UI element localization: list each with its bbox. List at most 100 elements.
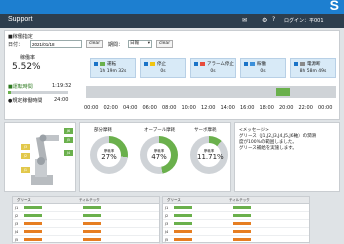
table-row: J4 xyxy=(163,228,309,236)
column-header: ティルテック xyxy=(79,197,100,202)
status-swatch xyxy=(300,62,305,66)
joint-tag: J4 xyxy=(64,150,73,156)
grease-bar xyxy=(24,237,42,241)
run-time-label: ■運転時間 xyxy=(8,84,33,90)
date-label: 日付： xyxy=(8,42,24,48)
grease-table: グリース ティルテック J1 J2 J3 J4 J5 xyxy=(12,196,160,244)
rate-value: 5.52% xyxy=(12,62,41,72)
checkbox[interactable] xyxy=(94,62,98,66)
run-time-bar-track xyxy=(8,91,68,94)
timeline-tick: 02:00 xyxy=(103,105,118,111)
app-title: Support xyxy=(8,16,33,23)
row-label: J5 xyxy=(165,237,169,242)
table-row: J1 xyxy=(13,204,159,212)
checkbox[interactable] xyxy=(244,62,248,66)
grease-table: グリース ティルテック J1 J2 J3 J4 J5 xyxy=(162,196,310,244)
top-accent-strip: S xyxy=(0,0,344,14)
message-text: グリース（J1,J2,J3,J4,J5,J6軸）の潤滑 度が100%の範囲しまし… xyxy=(239,134,316,152)
help-icon[interactable]: ? xyxy=(272,16,275,23)
joint-tag: J6 xyxy=(64,128,73,134)
tilt-bar xyxy=(83,229,101,233)
status-value: 1h 19m 32s xyxy=(99,69,127,74)
joint-tag: J3 xyxy=(21,144,30,150)
row-label: J1 xyxy=(15,205,19,210)
grease-bar xyxy=(24,221,42,225)
date-field[interactable] xyxy=(30,40,82,48)
timeline-segment xyxy=(290,88,336,96)
tilt-bar xyxy=(83,221,101,225)
table-row: J3 xyxy=(163,220,309,228)
timeline-tick: 00:00 xyxy=(318,105,333,111)
message-panel: <メッセージ> グリース（J1,J2,J3,J4,J5,J6軸）の潤滑 度が10… xyxy=(234,122,340,192)
timeline-tick: 12:00 xyxy=(201,105,216,111)
tilt-bar xyxy=(233,229,251,233)
table-row: J3 xyxy=(13,220,159,228)
wear-donut: 摩耗率 11.71% xyxy=(190,136,228,174)
period-select[interactable]: 日報 ▾ xyxy=(128,40,152,48)
brand-text: S xyxy=(329,0,340,13)
wear-donut: 摩耗率 27% xyxy=(90,136,128,174)
table-row: J4 xyxy=(13,228,159,236)
status-box: 停止 0s xyxy=(140,58,186,78)
status-swatch xyxy=(250,62,255,66)
status-box: アラーム停止 0s xyxy=(190,58,236,78)
run-time-value: 1:19:32 xyxy=(52,83,72,89)
row-label: J3 xyxy=(165,221,169,226)
tilt-bar xyxy=(233,213,251,217)
timeline-tick: 04:00 xyxy=(123,105,138,111)
tilt-bar xyxy=(83,237,101,241)
status-value: 0s xyxy=(260,69,266,74)
grease-bar xyxy=(24,205,42,209)
timeline-tick: 14:00 xyxy=(220,105,235,111)
status-box: 電源断 8h 58m 49s xyxy=(290,58,336,78)
gear-icon[interactable]: ⚙ xyxy=(262,17,267,24)
status-swatch xyxy=(200,62,205,66)
row-label: J4 xyxy=(165,229,169,234)
date-clear-button[interactable]: clear xyxy=(86,40,103,48)
joint-tag: J2 xyxy=(21,153,30,159)
period-clear-button[interactable]: clear xyxy=(156,40,173,48)
status-name: 運転 xyxy=(107,62,116,67)
status-swatch xyxy=(100,62,105,66)
status-box: 運転 1h 19m 32s xyxy=(90,58,136,78)
donut-title: 部分摩耗 xyxy=(94,128,112,133)
mail-icon[interactable]: ✉ xyxy=(242,17,247,24)
chevron-down-icon: ▾ xyxy=(147,41,150,46)
timeline-tick: 00:00 xyxy=(84,105,99,111)
tilt-bar xyxy=(83,205,101,209)
grease-bar xyxy=(174,229,192,233)
period-label: 期間： xyxy=(108,42,124,48)
wear-donut: 摩耗率 47% xyxy=(140,136,178,174)
status-value: 0s xyxy=(210,69,216,74)
grease-bar xyxy=(24,213,42,217)
section-title: ■稼働指定 xyxy=(8,34,33,40)
row-label: J1 xyxy=(165,205,169,210)
joint-tag: J5 xyxy=(64,137,73,143)
login-user[interactable]: ログイン：平001 xyxy=(284,17,324,24)
timeline-tick: 06:00 xyxy=(142,105,157,111)
status-name: 稼働 xyxy=(257,62,266,67)
donut-center: 摩耗率 47% xyxy=(147,143,171,167)
run-time-bar-fill xyxy=(8,91,12,94)
table-header: グリース ティルテック xyxy=(163,197,309,204)
period-select-value: 日報 xyxy=(130,41,139,46)
status-value: 8h 58m 49s xyxy=(299,69,327,74)
message-line: グリース補給を実施します。 xyxy=(239,146,297,151)
table-header: グリース ティルテック xyxy=(13,197,159,204)
timeline-tick: 20:00 xyxy=(279,105,294,111)
table-row: J1 xyxy=(163,204,309,212)
rate-label: 稼働率 xyxy=(20,55,36,61)
donut-value: 27% xyxy=(101,153,117,161)
checkbox[interactable] xyxy=(294,62,298,66)
status-name: 停止 xyxy=(157,62,166,67)
timeline-tick: 10:00 xyxy=(181,105,196,111)
checkbox[interactable] xyxy=(194,62,198,66)
column-header: グリース xyxy=(167,197,181,202)
message-label: <メッセージ> xyxy=(239,128,269,133)
timeline-tick: 18:00 xyxy=(259,105,274,111)
tilt-bar xyxy=(233,205,251,209)
timeline-tick: 08:00 xyxy=(162,105,177,111)
donut-center: 摩耗率 27% xyxy=(97,143,121,167)
checkbox[interactable] xyxy=(144,62,148,66)
status-name: 電源断 xyxy=(307,62,321,67)
